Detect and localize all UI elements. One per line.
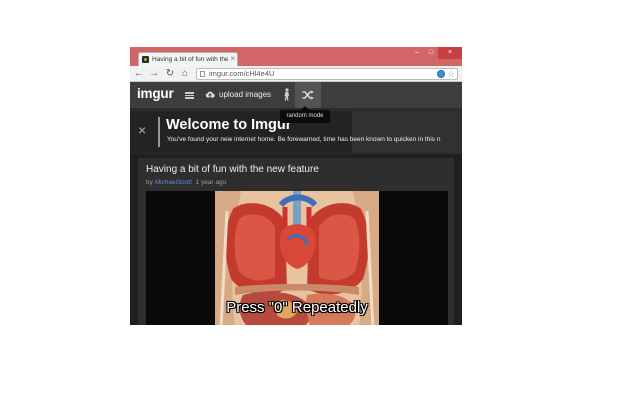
- upload-icon[interactable]: [205, 90, 215, 99]
- welcome-background: [352, 111, 462, 153]
- post-area: Having a bit of fun with the new feature…: [130, 154, 462, 325]
- random-mode-tooltip: random mode: [280, 106, 330, 123]
- back-button[interactable]: ←: [133, 66, 145, 82]
- meme-icon[interactable]: [282, 88, 292, 101]
- minimize-button[interactable]: –: [410, 47, 424, 59]
- star-icon[interactable]: ☆: [447, 68, 455, 80]
- imgur-logo[interactable]: imgur: [137, 85, 174, 103]
- welcome-subtitle: You've found your new internet home. Be …: [167, 136, 441, 143]
- menu-icon[interactable]: [185, 92, 194, 99]
- post-title: Having a bit of fun with the new feature: [146, 164, 319, 175]
- close-icon[interactable]: ×: [138, 121, 146, 139]
- close-window-button[interactable]: ×: [438, 47, 462, 59]
- globe-icon[interactable]: [437, 70, 445, 78]
- page: Having a bit of fun with the × – □ × ← →…: [0, 0, 640, 400]
- reload-button[interactable]: ↻: [164, 66, 176, 82]
- post-card: Having a bit of fun with the new feature…: [138, 158, 454, 325]
- welcome-divider: [158, 117, 160, 147]
- url-text[interactable]: imgur.com/cHl4e4U: [209, 69, 274, 79]
- page-content: imgur upload images random mode × Welcom…: [130, 82, 462, 325]
- welcome-title: Welcome to Imgur: [166, 117, 292, 133]
- image-caption: Press "0" Repeatedly: [226, 299, 368, 316]
- post-age: 1 year ago: [195, 179, 227, 186]
- tooltip-text: random mode: [286, 113, 324, 119]
- imgur-topbar: imgur upload images: [130, 82, 462, 108]
- address-bar[interactable]: imgur.com/cHl4e4U ☆: [196, 68, 458, 80]
- random-mode-button[interactable]: [295, 82, 321, 108]
- browser-tab[interactable]: Having a bit of fun with the ×: [138, 52, 238, 66]
- page-icon: [200, 71, 205, 77]
- tab-strip: Having a bit of fun with the × – □ ×: [130, 47, 462, 66]
- tab-close-button[interactable]: ×: [230, 53, 235, 65]
- browser-toolbar: ← → ↻ ⌂ imgur.com/cHl4e4U ☆: [130, 66, 462, 82]
- post-by: by: [146, 179, 153, 186]
- upload-images-link[interactable]: upload images: [219, 86, 271, 104]
- maximize-button[interactable]: □: [424, 47, 438, 59]
- post-author-link[interactable]: MichaelScott: [155, 179, 192, 186]
- window-controls: – □ ×: [410, 47, 462, 59]
- post-meta: by MichaelScott 1 year ago: [146, 178, 226, 187]
- shuffle-icon: [302, 90, 314, 100]
- favicon-icon: [142, 56, 149, 63]
- post-image[interactable]: Press "0" Repeatedly: [146, 191, 448, 325]
- forward-button[interactable]: →: [148, 66, 160, 82]
- tab-title: Having a bit of fun with the: [152, 56, 228, 63]
- browser-window: Having a bit of fun with the × – □ × ← →…: [130, 47, 462, 325]
- home-button[interactable]: ⌂: [179, 66, 191, 82]
